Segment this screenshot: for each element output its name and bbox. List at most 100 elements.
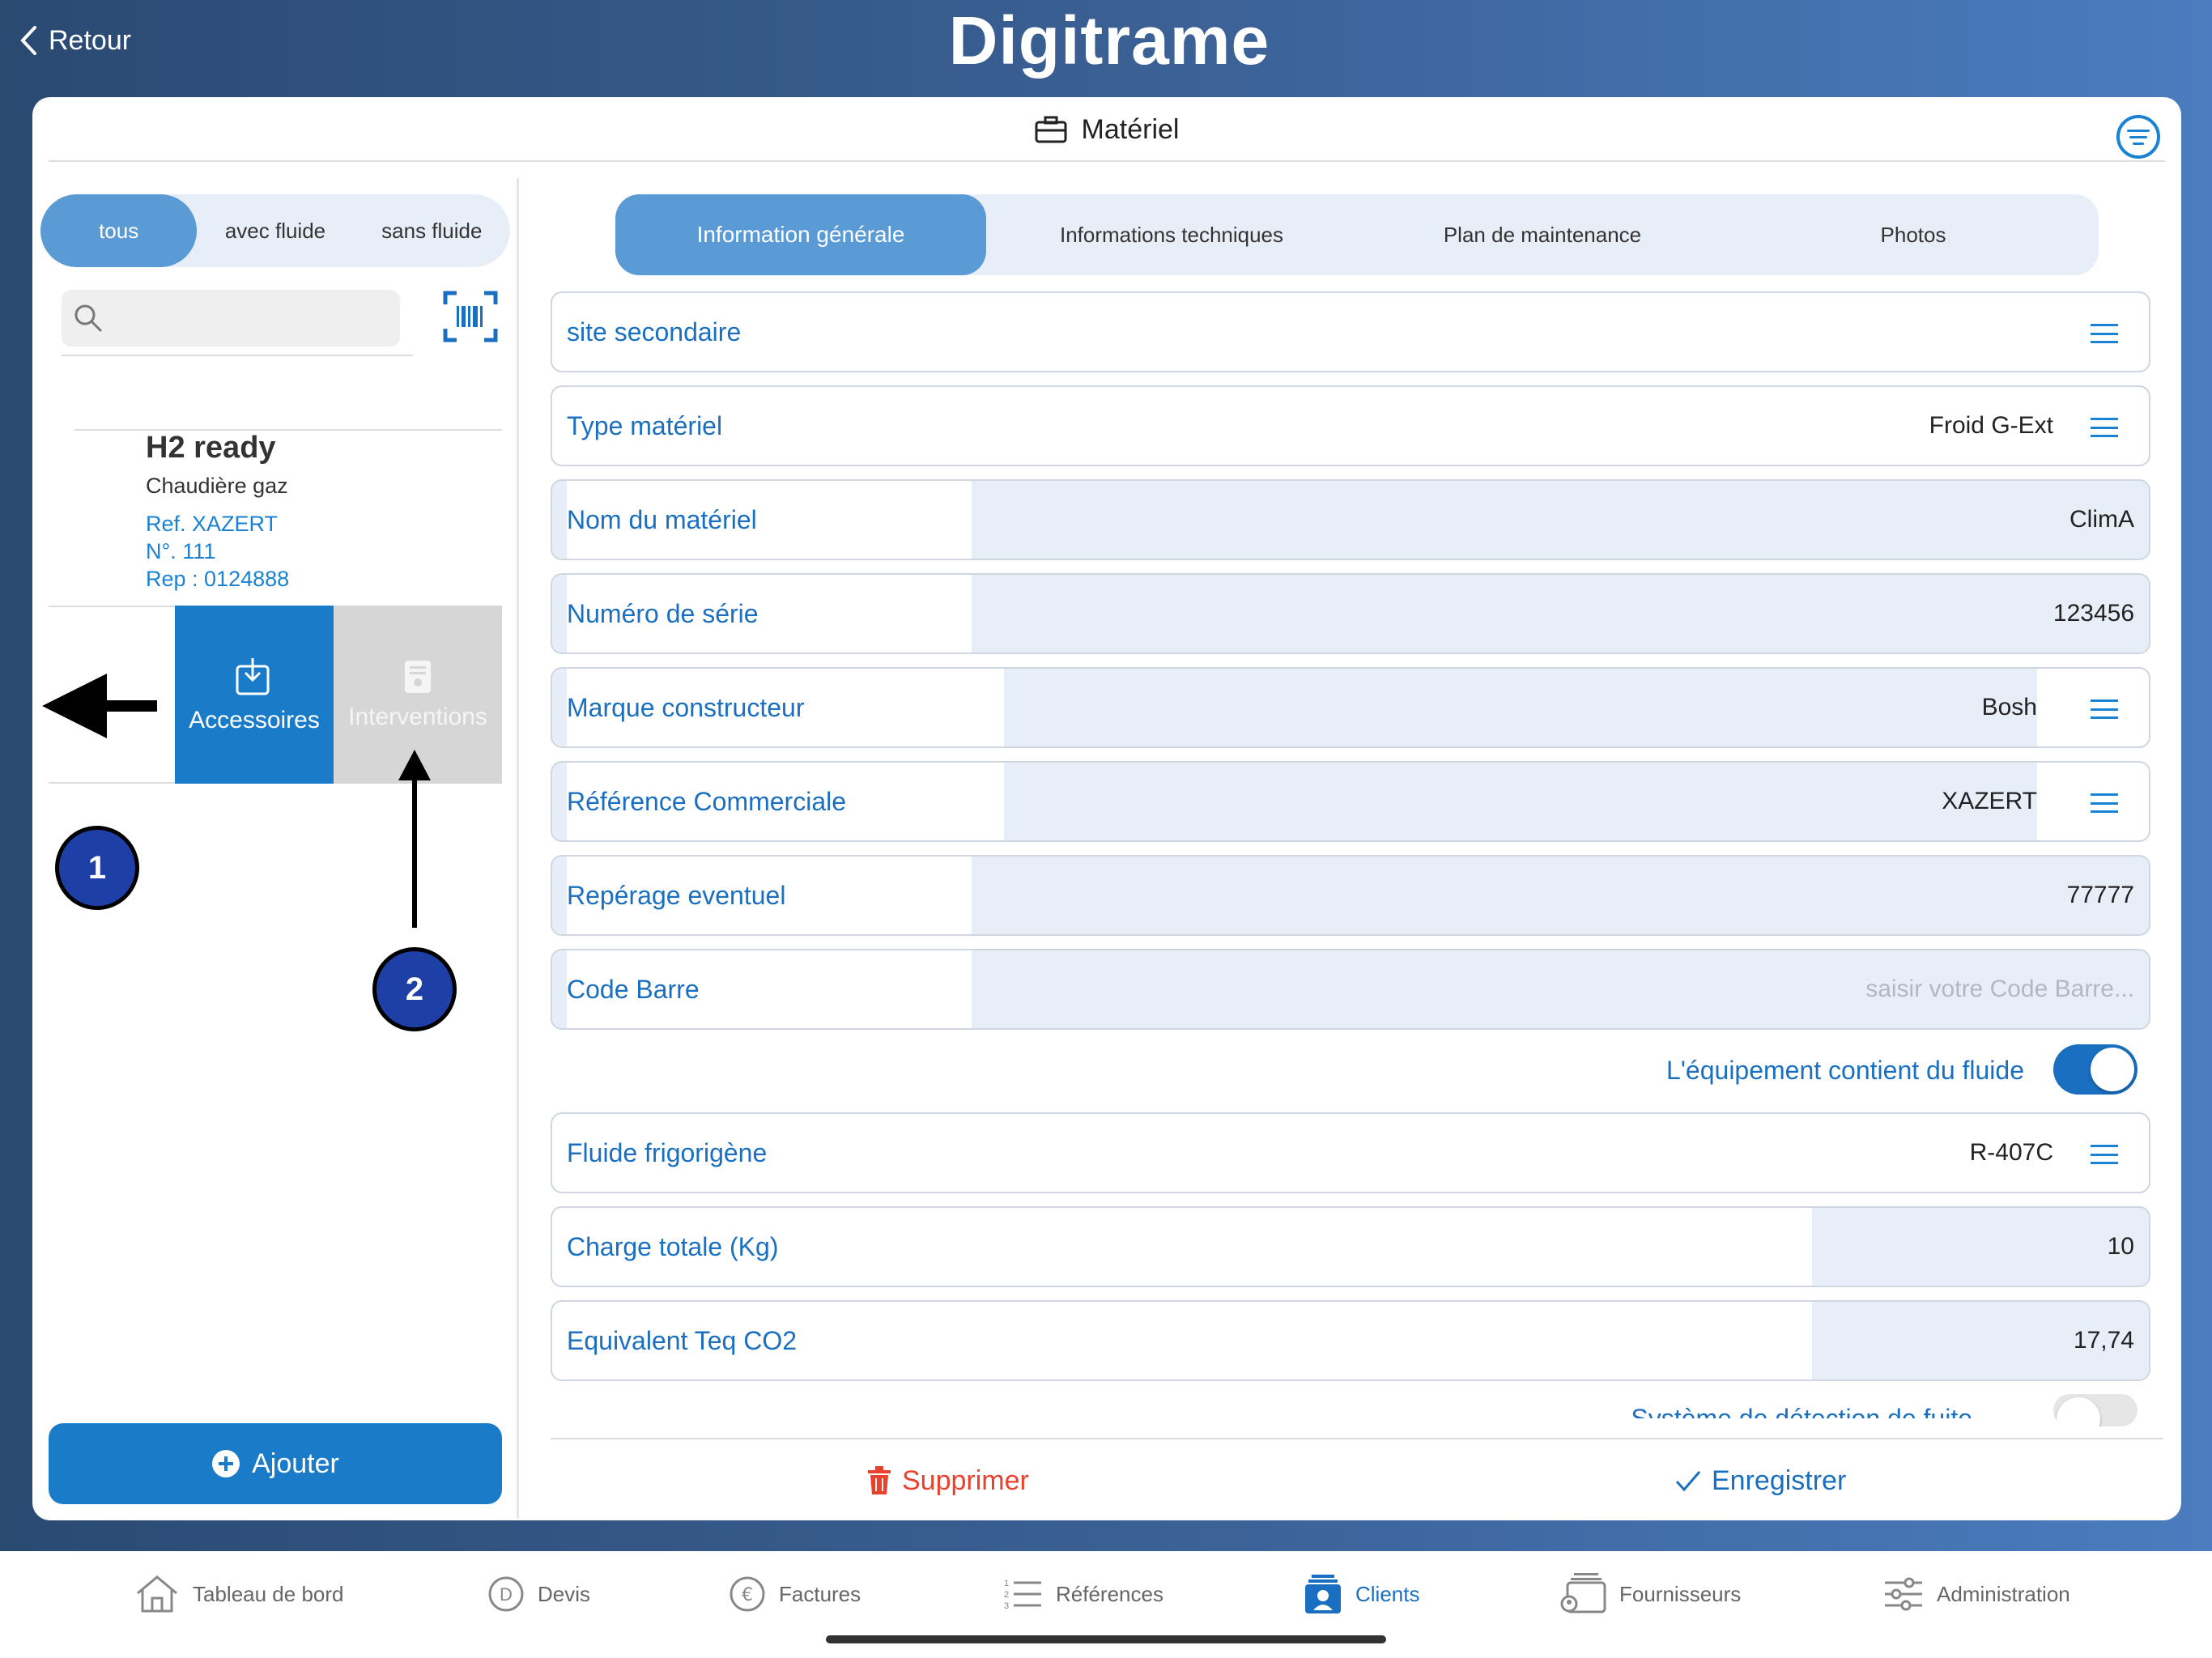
field-label: Fluide frigorigène [567,1137,768,1167]
field-value: 17,74 [2073,1327,2134,1354]
list-icon: 1 23 [1004,1579,1041,1611]
fluid-toggle-label: L'équipement contient du fluide [1666,1055,2024,1085]
card-header: Matériel [49,97,2165,162]
annotation-badge-1: 1 [55,826,139,910]
field-label: Equivalent Teq CO2 [567,1325,798,1355]
divider [49,606,175,607]
nav-fournisseurs[interactable]: Fournisseurs [1559,1569,1741,1619]
nav-devis[interactable]: D Devis [487,1569,590,1619]
search-input[interactable] [62,290,400,346]
nom-materiel-row: Nom du matériel ClimA [551,479,2150,560]
add-button[interactable]: Ajouter [49,1423,502,1504]
segment-avec-fluide[interactable]: avec fluide [197,194,353,267]
nom-materiel-input[interactable] [972,481,2149,559]
field-value: 77777 [2066,882,2134,908]
item-title: H2 ready [146,431,276,465]
svg-text:€: € [742,1585,753,1605]
leak-detection-row: Système de détection de fuite [551,1394,2150,1418]
filter-icon[interactable] [2116,115,2160,159]
svg-text:1: 1 [1004,1579,1009,1588]
section-tabs: Information générale Informations techni… [615,194,2099,275]
code-barre-row: Code Barre saisir votre Code Barre... [551,949,2150,1030]
marque-input[interactable] [1004,669,2037,746]
tab-plan-maintenance[interactable]: Plan de maintenance [1357,194,1728,275]
field-value: R-407C [1969,1139,2053,1166]
nav-label: Tableau de bord [193,1581,344,1606]
tab-photos[interactable]: Photos [1728,194,2099,275]
annotation-badge-2: 2 [372,947,457,1031]
segment-sans-fluide[interactable]: sans fluide [354,194,510,267]
reference-commerciale-input[interactable] [1004,763,2037,840]
leak-detection-toggle[interactable] [2053,1394,2138,1426]
accessories-button[interactable]: Accessoires [175,606,334,784]
charge-totale-input[interactable] [1812,1208,2149,1286]
divider [62,355,413,356]
field-value: XAZERT [1942,788,2037,814]
home-icon [137,1575,177,1613]
menu-icon[interactable] [2091,793,2118,813]
nav-factures[interactable]: € Factures [729,1569,861,1619]
chevron-left-icon [20,26,36,55]
settings-sliders-icon [1885,1577,1922,1611]
menu-icon[interactable] [2091,699,2118,719]
nav-clients[interactable]: Clients [1304,1569,1419,1619]
supplier-icon [1560,1573,1606,1613]
page-title: Matériel [1081,113,1180,145]
field-label: Type matériel [567,410,723,440]
nav-references[interactable]: 1 23 Références [1002,1569,1163,1619]
tab-information-generale[interactable]: Information générale [615,194,986,275]
field-value: Froid G-Ext [1929,412,2053,439]
annotation-arrow-up [398,750,431,928]
nav-tableau-de-bord[interactable]: Tableau de bord [134,1569,343,1619]
field-value: 123456 [2052,600,2134,627]
delete-label: Supprimer [902,1465,1029,1496]
type-materiel-row[interactable]: Type matériel Froid G-Ext [551,385,2150,466]
app-logo: Digitrame [948,2,1270,79]
nav-label: Devis [538,1581,591,1606]
save-button[interactable]: Enregistrer [1674,1454,1846,1507]
equivalent-co2-row: Equivalent Teq CO2 17,74 [551,1300,2150,1381]
fluid-toggle[interactable] [2053,1044,2138,1095]
trash-icon [868,1466,891,1494]
field-label: Numéro de série [567,598,759,628]
nav-administration[interactable]: Administration [1883,1569,2070,1619]
field-label: Repérage eventuel [567,880,786,910]
site-secondaire-row[interactable]: site secondaire [551,291,2150,372]
barcode-scan-icon[interactable] [442,290,499,343]
field-placeholder: saisir votre Code Barre... [1865,976,2134,1002]
marque-row: Marque constructeur Bosh [551,667,2150,748]
field-label: Marque constructeur [567,692,805,722]
svg-text:2: 2 [1004,1590,1009,1600]
quote-icon: D [488,1576,524,1612]
reperage-input[interactable] [972,857,2149,934]
back-button[interactable]: Retour [19,16,131,65]
add-label: Ajouter [252,1448,339,1479]
menu-icon[interactable] [2091,418,2118,437]
home-indicator [826,1635,1386,1643]
field-label: Charge totale (Kg) [567,1231,779,1261]
fluide-row[interactable]: Fluide frigorigène R-407C [551,1112,2150,1193]
field-value: 10 [2107,1233,2134,1260]
numero-serie-row: Numéro de série 123456 [551,573,2150,654]
reference-commerciale-row: Référence Commerciale XAZERT [551,761,2150,842]
item-number: N°. 111 [146,539,216,563]
nav-label: Clients [1355,1581,1420,1606]
client-icon [1305,1575,1341,1613]
field-label: Référence Commerciale [567,786,847,816]
segment-tous[interactable]: tous [40,194,198,267]
svg-text:D: D [500,1584,513,1605]
delete-button[interactable]: Supprimer [866,1454,1029,1507]
numero-serie-input[interactable] [972,575,2149,653]
panel-divider [517,178,519,1519]
menu-icon[interactable] [2091,324,2118,343]
tab-informations-techniques[interactable]: Informations techniques [986,194,1357,275]
search-icon [74,304,102,332]
leak-detection-label: Système de détection de fuite [1631,1404,1972,1418]
briefcase-icon [1035,116,1067,143]
menu-icon[interactable] [2091,1145,2118,1164]
nav-label: Factures [779,1581,861,1606]
field-value: Bosh [1981,694,2037,721]
interventions-label: Interventions [348,704,487,730]
checkmark-icon [1675,1471,1701,1492]
equipment-list-item[interactable]: H2 ready Chaudière gaz Ref. XAZERT N°. 1… [146,427,502,591]
